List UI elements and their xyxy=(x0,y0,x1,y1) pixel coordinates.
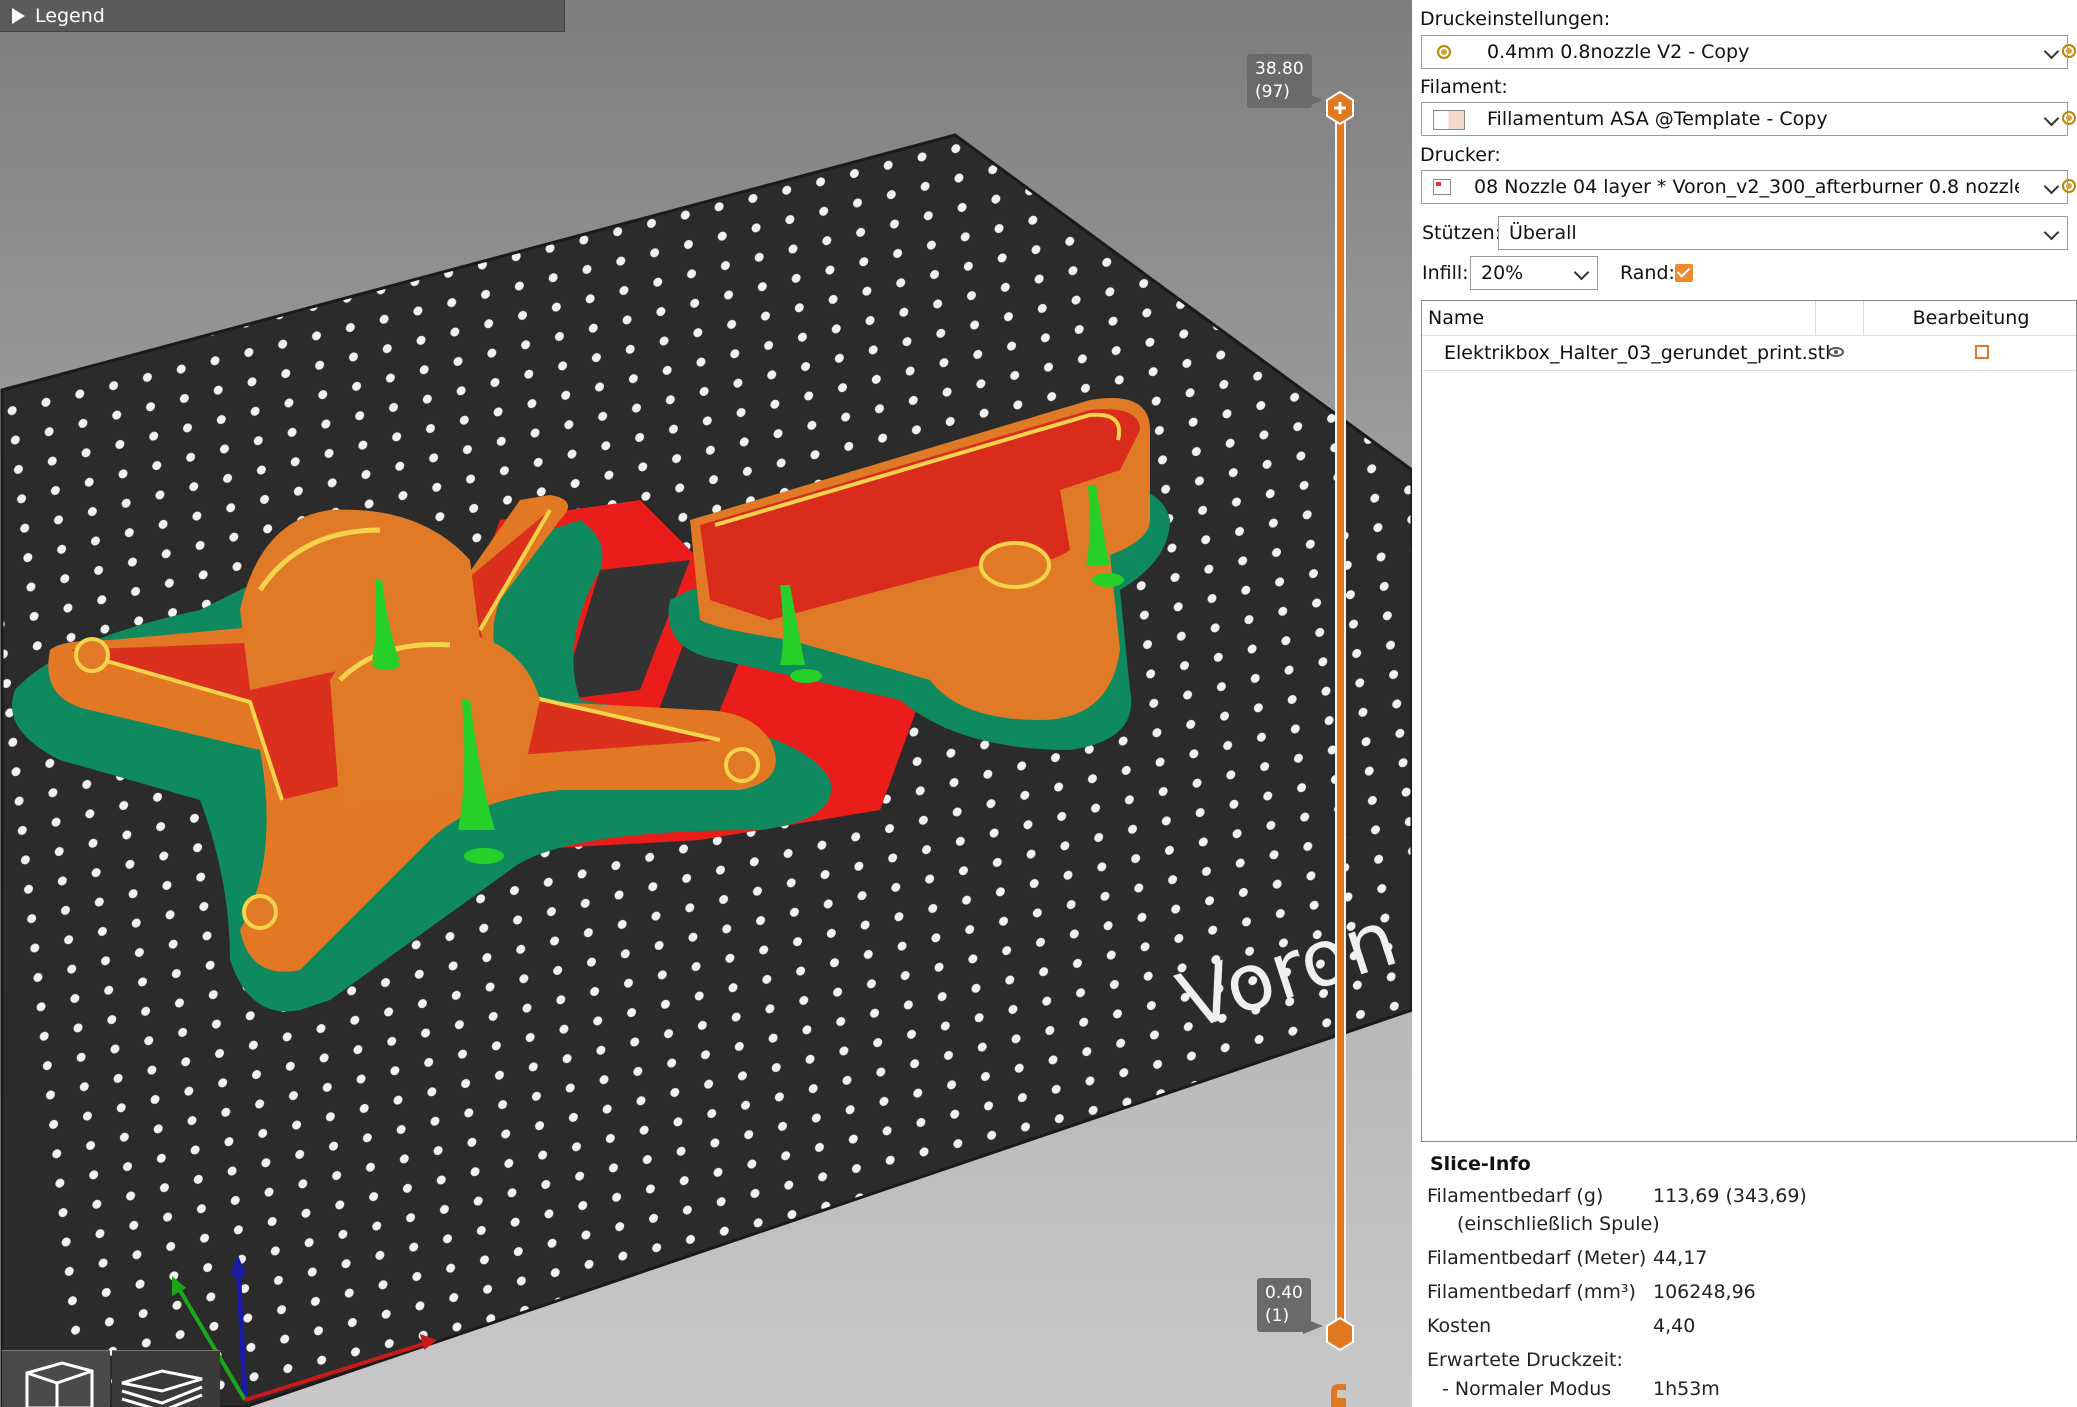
chevron-down-icon xyxy=(2043,178,2060,195)
chevron-down-icon xyxy=(2043,224,2060,241)
filament-label: Filament: xyxy=(1420,76,1508,98)
cube-icon xyxy=(25,1361,94,1407)
preview-view-button[interactable] xyxy=(112,1350,220,1407)
legend-label: Legend xyxy=(35,5,105,27)
3d-view-button[interactable] xyxy=(2,1350,110,1407)
slice-info-title: Slice-Info xyxy=(1430,1153,1531,1175)
layer-top-label: 38.80 (97) xyxy=(1247,54,1312,108)
slice-info-value: 113,69 (343,69) xyxy=(1653,1185,1807,1207)
infill-label: Infill: xyxy=(1422,262,1469,284)
supports-label: Stützen: xyxy=(1422,222,1502,244)
layers-icon xyxy=(121,1369,203,1407)
expand-triangle-icon xyxy=(12,8,25,24)
slice-info-key: Filamentbedarf (Meter) xyxy=(1427,1247,1647,1269)
layer-bottom-index: (1) xyxy=(1265,1306,1290,1326)
printer-label: Drucker: xyxy=(1420,144,1501,166)
printer-gear-icon[interactable] xyxy=(2062,179,2076,193)
printer-value: 08 Nozzle 04 layer * Voron_v2_300_afterb… xyxy=(1474,176,2019,198)
3d-preview-viewport[interactable]: Voron Legend 38.80 (97) 0.40 (1) xyxy=(0,0,1412,1407)
eye-icon[interactable] xyxy=(1828,347,1844,357)
print-settings-label: Druckeinstellungen: xyxy=(1420,8,1611,30)
slice-info-key: Filamentbedarf (g) xyxy=(1427,1185,1604,1207)
print-settings-gear-icon[interactable] xyxy=(2062,44,2076,58)
supports-value: Überall xyxy=(1509,222,1577,244)
slice-info-value: 106248,96 xyxy=(1653,1281,1756,1303)
filament-gear-icon[interactable] xyxy=(2062,111,2076,125)
print-settings-value: 0.4mm 0.8nozzle V2 - Copy xyxy=(1487,41,1750,63)
col-header-visibility[interactable] xyxy=(1816,301,1864,335)
object-name: Elektrikbox_Halter_03_gerundet_print.stl xyxy=(1444,342,1831,364)
table-row[interactable]: Elektrikbox_Halter_03_gerundet_print.stl xyxy=(1422,335,2076,371)
col-header-edit[interactable]: Bearbeitung xyxy=(1864,301,2077,335)
col-header-name[interactable]: Name xyxy=(1422,301,1816,335)
objects-list[interactable]: Name Bearbeitung Elektrikbox_Halter_03_g… xyxy=(1421,300,2077,1142)
slice-info-key: - Normaler Modus xyxy=(1442,1378,1612,1400)
slice-info-key: Kosten xyxy=(1427,1315,1492,1337)
infill-value: 20% xyxy=(1481,262,1524,284)
slice-info-key: (einschließlich Spule) xyxy=(1457,1213,1660,1235)
supports-combo[interactable]: Überall xyxy=(1498,216,2068,250)
print-bed-scene[interactable]: Voron xyxy=(0,0,1412,1407)
layer-top-value: 38.80 xyxy=(1255,59,1304,79)
slice-info-value: 44,17 xyxy=(1653,1247,1708,1269)
layer-top-index: (97) xyxy=(1255,82,1290,102)
slice-info-key: Filamentbedarf (mm³) xyxy=(1427,1281,1636,1303)
layer-bottom-label: 0.40 (1) xyxy=(1257,1278,1311,1332)
slider-bottom-handle xyxy=(1326,1316,1354,1352)
legend-toggle[interactable]: Legend xyxy=(0,0,565,32)
chevron-down-icon xyxy=(2043,110,2060,127)
printer-icon xyxy=(1433,179,1451,195)
chevron-down-icon xyxy=(2043,43,2060,60)
print-settings-combo[interactable]: 0.4mm 0.8nozzle V2 - Copy xyxy=(1421,35,2068,69)
edit-icon[interactable] xyxy=(1975,345,1989,359)
brim-label: Rand: xyxy=(1620,262,1675,284)
infill-combo[interactable]: 20% xyxy=(1470,256,1598,290)
filament-value: Fillamentum ASA @Template - Copy xyxy=(1487,108,1828,130)
print-settings-icon xyxy=(1437,45,1451,59)
layer-bottom-value: 0.40 xyxy=(1265,1283,1303,1303)
cog-edit-icon[interactable] xyxy=(1328,1380,1350,1407)
slice-info-value: 1h53m xyxy=(1653,1378,1720,1400)
slice-info-key: Erwartete Druckzeit: xyxy=(1427,1349,1623,1371)
chevron-down-icon xyxy=(1573,264,1590,281)
brim-checkbox[interactable] xyxy=(1675,264,1693,282)
filament-color-icon xyxy=(1433,110,1465,130)
filament-combo[interactable]: Fillamentum ASA @Template - Copy xyxy=(1421,102,2068,136)
printer-combo[interactable]: 08 Nozzle 04 layer * Voron_v2_300_afterb… xyxy=(1421,170,2068,204)
slice-info-value: 4,40 xyxy=(1653,1315,1696,1337)
